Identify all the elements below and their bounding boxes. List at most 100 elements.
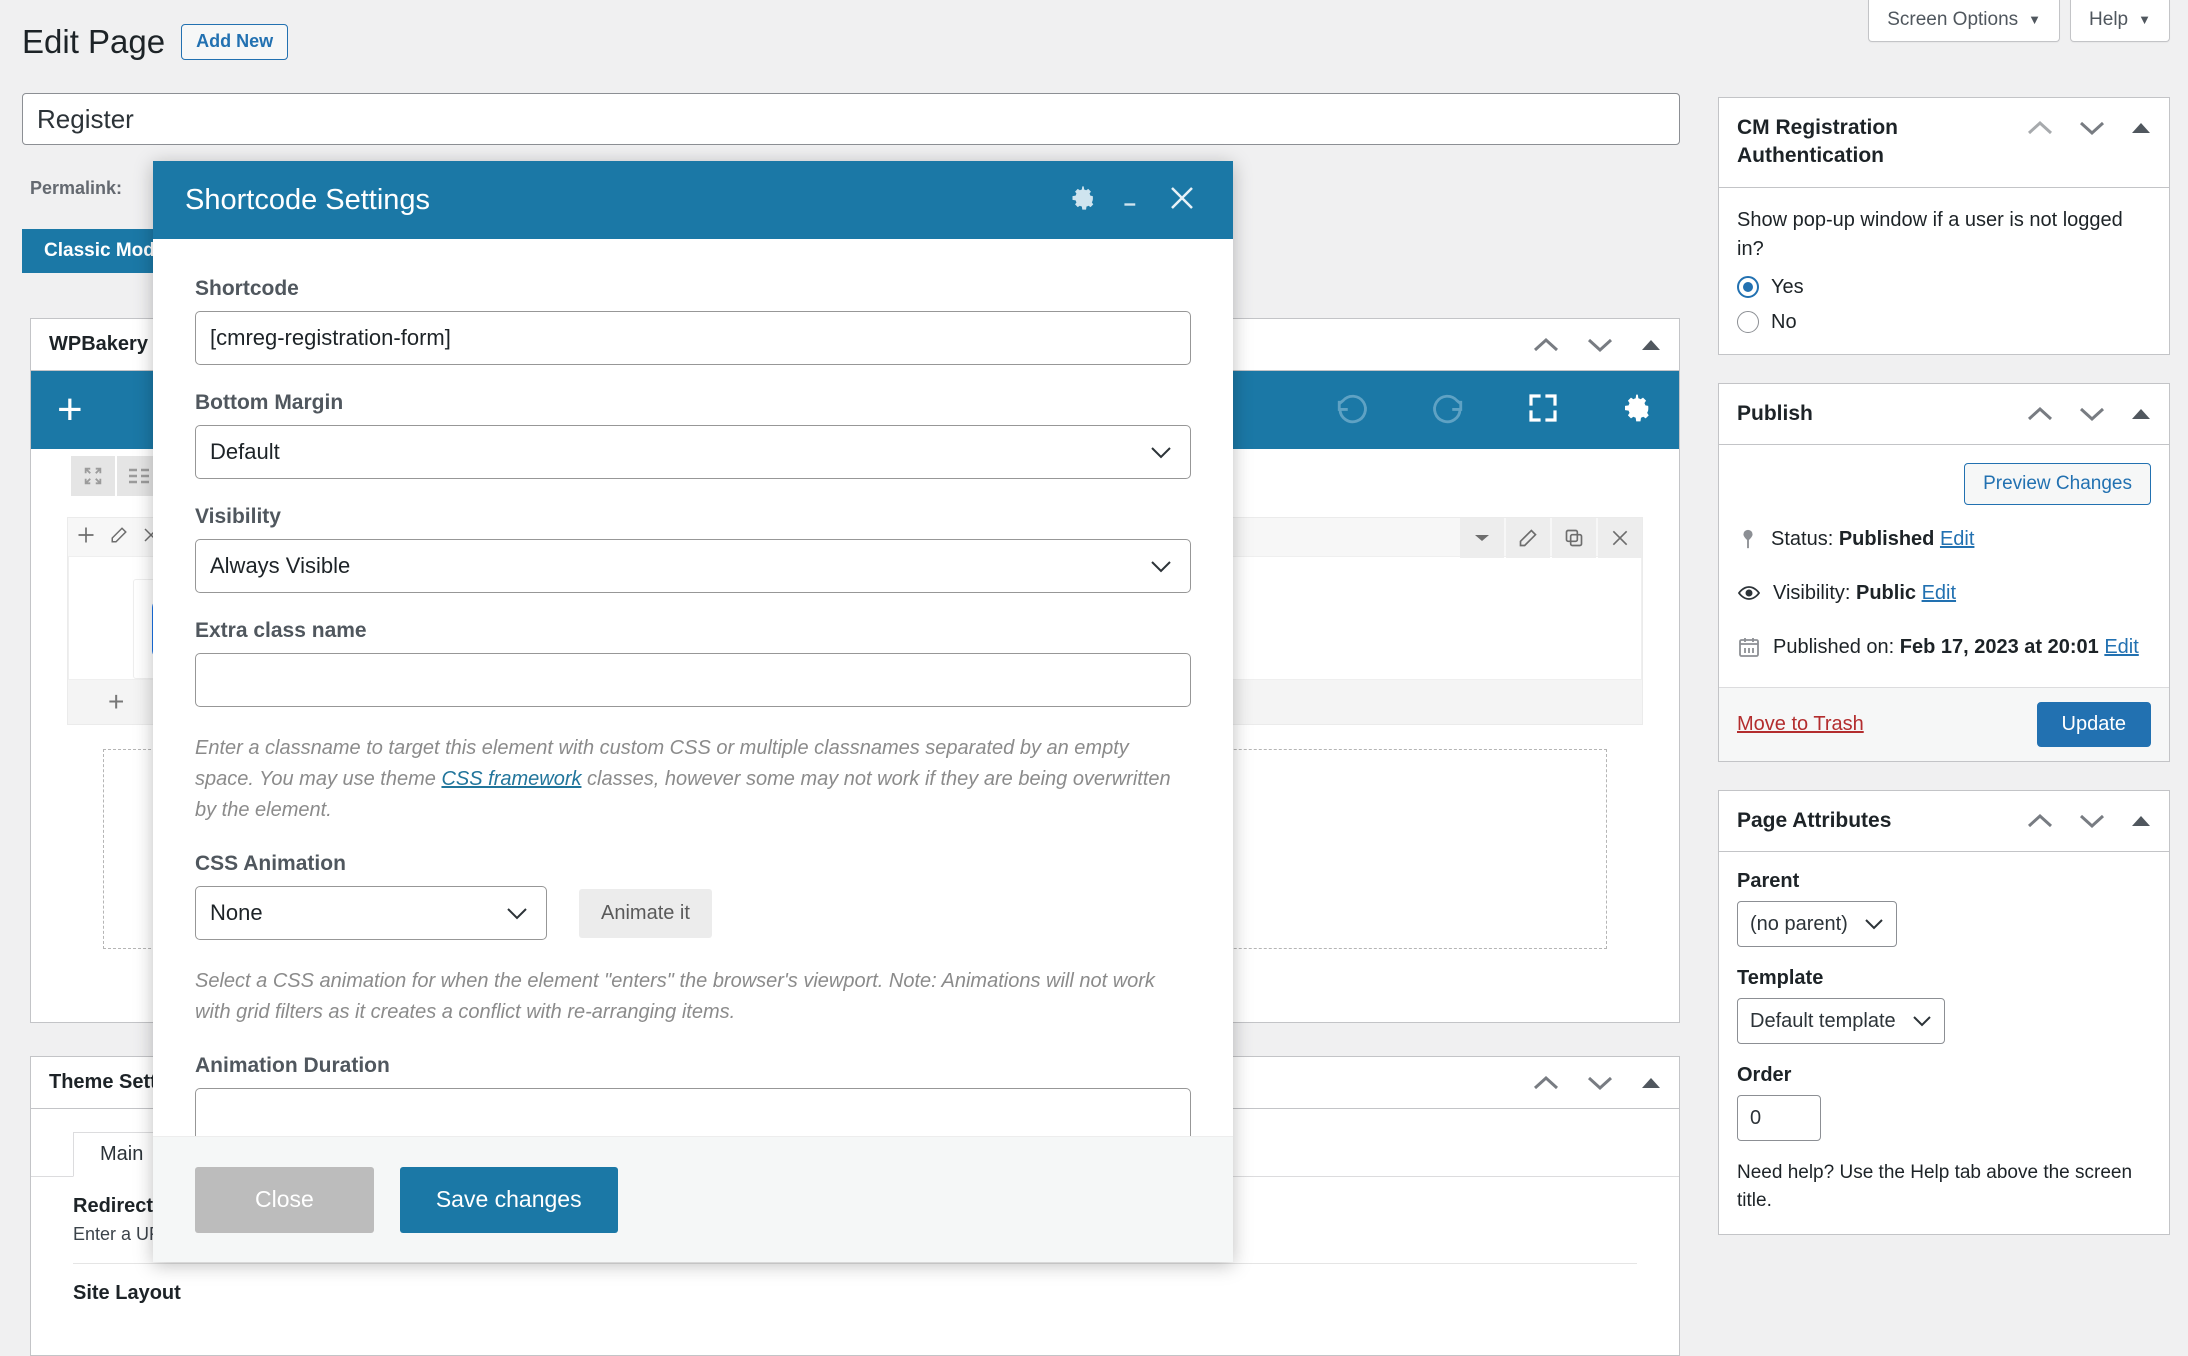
radio-label-no: No: [1771, 310, 1797, 333]
animation-duration-label: Animation Duration: [195, 1054, 390, 1077]
panel-header: Page Attributes: [1719, 791, 2169, 853]
visibility-value: Public: [1856, 582, 1917, 605]
move-to-trash-link[interactable]: Move to Trash: [1737, 713, 1864, 736]
panel-handles: [2027, 807, 2151, 829]
bottom-margin-label: Bottom Margin: [195, 391, 344, 414]
metabox-handles: [1533, 337, 1661, 353]
template-select[interactable]: Default template: [1737, 998, 1945, 1045]
toggle-panel-icon[interactable]: [1641, 338, 1661, 352]
chevron-up-icon[interactable]: [2027, 813, 2053, 829]
published-on-text: Published on: Feb 17, 2023 at 20:01 Edit: [1773, 633, 2139, 661]
visibility-label: Visibility:: [1773, 582, 1851, 605]
css-animation-row: None Animate it: [195, 886, 1191, 940]
panel-handles: [2027, 400, 2151, 422]
calendar-icon: [1737, 635, 1761, 667]
extra-class-input[interactable]: [195, 653, 1191, 707]
panel-body: Show pop-up window if a user is not logg…: [1719, 188, 2169, 354]
chevron-down-icon[interactable]: [1587, 337, 1613, 353]
row-edit-icon[interactable]: [1506, 518, 1550, 558]
radio-icon[interactable]: [1737, 276, 1759, 299]
modal-header-actions: [1069, 183, 1197, 218]
site-layout-label: Site Layout: [73, 1282, 181, 1304]
toggle-panel-icon[interactable]: [2131, 407, 2151, 421]
eye-icon: [1737, 581, 1761, 613]
css-animation-label: CSS Animation: [195, 852, 346, 875]
shortcode-input[interactable]: [cmreg-registration-form]: [195, 311, 1191, 365]
undo-icon[interactable]: [1335, 391, 1369, 430]
row-delete-icon[interactable]: [1598, 518, 1642, 558]
chevron-up-icon[interactable]: [2027, 406, 2053, 422]
page-title-input[interactable]: Register: [22, 93, 1680, 145]
chevron-down-icon: ▼: [2138, 12, 2151, 27]
save-changes-button[interactable]: Save changes: [399, 1166, 618, 1233]
chevron-down-icon: [506, 900, 528, 926]
panel-title: CM Registration Authentication: [1737, 116, 1899, 168]
chevron-down-icon[interactable]: [2079, 813, 2105, 829]
radio-option-yes[interactable]: Yes: [1737, 276, 2151, 299]
extra-class-help: Enter a classname to target this element…: [195, 733, 1191, 826]
css-animation-value: None: [210, 900, 263, 925]
published-on-value: Feb 17, 2023 at 20:01: [1899, 636, 2099, 659]
chevron-down-icon[interactable]: [1587, 1075, 1613, 1091]
chevron-down-icon: [1912, 1010, 1932, 1033]
chevron-down-icon[interactable]: [2079, 406, 2105, 422]
panel-page-attributes: Page Attributes Parent (no parent) Templ…: [1718, 790, 2170, 1236]
radio-icon[interactable]: [1737, 311, 1759, 334]
published-on-row: Published on: Feb 17, 2023 at 20:01 Edit: [1737, 633, 2151, 667]
visibility-edit-link[interactable]: Edit: [1922, 582, 1956, 604]
animate-it-button[interactable]: Animate it: [579, 888, 712, 938]
css-framework-link[interactable]: CSS framework: [441, 768, 581, 790]
expand-icon[interactable]: [71, 456, 115, 496]
order-input-value: 0: [1750, 1106, 1762, 1129]
screen-meta-links: Screen Options ▼ Help ▼: [1868, 0, 2170, 42]
page-title: Edit Page: [22, 23, 166, 60]
add-element-icon[interactable]: +: [57, 388, 83, 432]
add-new-button[interactable]: Add New: [181, 23, 289, 60]
visibility-select[interactable]: Always Visible: [195, 539, 1191, 593]
bottom-margin-select[interactable]: Default: [195, 425, 1191, 479]
preview-changes-button[interactable]: Preview Changes: [1964, 463, 2151, 506]
modal-title: Shortcode Settings: [185, 183, 431, 216]
pin-icon: [1737, 527, 1759, 559]
chevron-down-icon[interactable]: [2079, 120, 2105, 136]
panel-header: CM Registration Authentication: [1719, 98, 2169, 188]
chevron-up-icon[interactable]: [1533, 1075, 1559, 1091]
fullscreen-icon[interactable]: [1527, 392, 1559, 429]
panel-body: Parent (no parent) Template Default temp…: [1719, 852, 2169, 1234]
published-on-edit-link[interactable]: Edit: [2104, 636, 2138, 658]
radio-option-no[interactable]: No: [1737, 311, 2151, 334]
row-dropdown-icon[interactable]: [1460, 518, 1504, 558]
chevron-up-icon[interactable]: [2027, 120, 2053, 136]
parent-select[interactable]: (no parent): [1737, 901, 1897, 948]
chevron-up-icon[interactable]: [1533, 337, 1559, 353]
bottom-margin-value: Default: [210, 439, 280, 464]
status-text: Status: Published Edit: [1771, 525, 1974, 553]
help-label: Help: [2089, 9, 2129, 30]
page-heading: Edit Page Add New: [22, 22, 289, 62]
shortcode-settings-modal: Shortcode Settings Shortcode [cmreg-regi…: [153, 161, 1233, 1262]
help-button[interactable]: Help ▼: [2070, 0, 2170, 42]
column-edit-icon[interactable]: [110, 526, 128, 549]
animation-duration-input[interactable]: [195, 1088, 1191, 1142]
row-clone-icon[interactable]: [1552, 518, 1596, 558]
toggle-panel-icon[interactable]: [2131, 814, 2151, 828]
css-animation-select[interactable]: None: [195, 886, 547, 940]
toggle-panel-icon[interactable]: [1641, 1076, 1661, 1090]
status-value: Published: [1838, 528, 1935, 551]
gear-icon[interactable]: [1069, 184, 1097, 217]
gear-icon[interactable]: [1621, 392, 1653, 429]
status-edit-link[interactable]: Edit: [1940, 528, 1974, 550]
row-controls: [1458, 518, 1642, 558]
close-button[interactable]: Close: [195, 1166, 374, 1233]
toggle-panel-icon[interactable]: [2131, 121, 2151, 135]
redo-icon[interactable]: [1431, 391, 1465, 430]
minimize-icon[interactable]: [1119, 185, 1145, 216]
order-input[interactable]: 0: [1737, 1095, 1821, 1142]
status-row: Status: Published Edit: [1737, 525, 2151, 559]
screen-options-button[interactable]: Screen Options ▼: [1868, 0, 2061, 42]
update-button[interactable]: Update: [2036, 702, 2151, 748]
extra-class-label: Extra class name: [195, 619, 367, 642]
visibility-row: Visibility: Public Edit: [1737, 579, 2151, 613]
column-add-icon[interactable]: [76, 525, 96, 550]
close-icon[interactable]: [1167, 183, 1197, 218]
